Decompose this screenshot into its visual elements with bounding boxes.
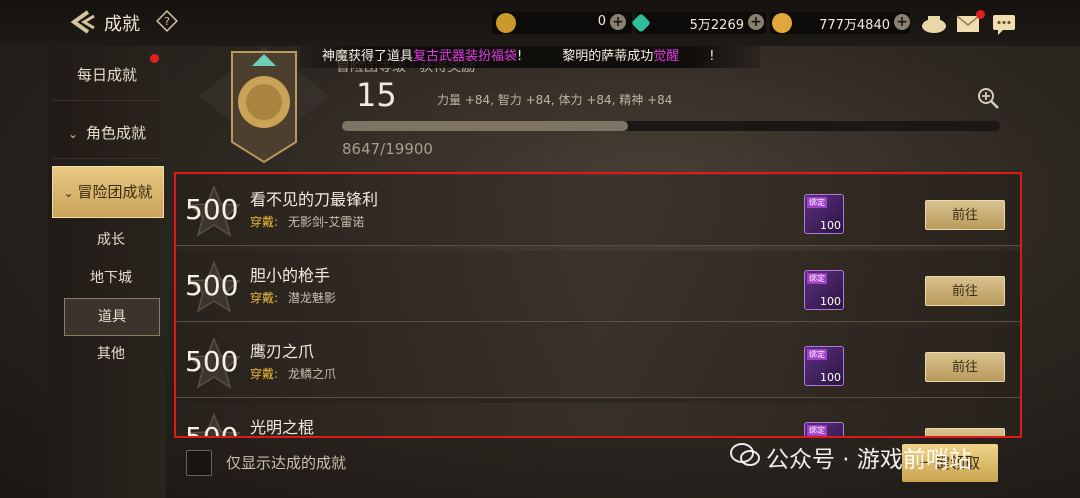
achievement-points: 500: [185, 269, 239, 302]
coin-value: 0: [597, 14, 606, 29]
chevron-down-icon: ⌄: [67, 127, 79, 141]
reward-item-icon[interactable]: 绑定 100: [804, 270, 844, 310]
sidebar-item-label: 冒险团成就: [77, 183, 153, 201]
achievement-points: 500: [185, 193, 239, 226]
sidebar-item-adventure[interactable]: ⌄ 冒险团成就: [52, 166, 164, 218]
back-arrow-icon[interactable]: [66, 8, 96, 36]
add-gem-button[interactable]: +: [748, 14, 764, 30]
achievement-row: 500 胆小的枪手穿戴: 潜龙魅影 绑定 100 前往: [176, 251, 1020, 322]
show-completed-label: 仅显示达成的成就: [226, 454, 347, 472]
gold-coin-icon: [772, 13, 792, 33]
subitem-other[interactable]: 其他: [64, 336, 158, 372]
add-coin-button[interactable]: +: [610, 14, 626, 30]
subitem-items[interactable]: 道具: [64, 298, 160, 336]
chevron-down-icon: ⌄: [63, 186, 74, 200]
xp-progress-text: 8647/19900: [342, 140, 433, 158]
go-button[interactable]: 前往: [925, 352, 1005, 382]
achievement-points: 500: [185, 345, 239, 378]
notice-item: 复古武器装扮福袋: [413, 49, 518, 64]
achievement-name: 看不见的刀最锋利: [250, 190, 379, 209]
reward-quantity: 100: [820, 371, 841, 384]
wear-value: 潜龙魅影: [288, 291, 337, 305]
reward-item-icon[interactable]: 绑定100: [804, 422, 844, 436]
svg-text:?: ?: [164, 15, 170, 28]
show-completed-checkbox[interactable]: [186, 450, 212, 476]
sidebar-item-label: 角色成就: [86, 124, 147, 142]
notice-text: 神魔获得了道具: [322, 49, 414, 64]
xp-progress-bar: [342, 121, 1000, 131]
reward-tag: 绑定: [807, 349, 827, 360]
gem-value: 5万2269: [689, 18, 744, 33]
chat-icon[interactable]: [992, 14, 1016, 36]
gold-value: 777万4840: [819, 18, 890, 33]
go-button[interactable]: 前往: [925, 276, 1005, 306]
notice-text: 黎明的萨蒂成功: [562, 49, 654, 64]
sidebar-item-label: 每日成就: [76, 66, 137, 84]
level-bonus-stats: 力量 +84, 智力 +84, 体力 +84, 精神 +84: [437, 93, 673, 107]
wear-label: 穿戴:: [250, 367, 279, 381]
achievement-name: 光明之棍: [250, 418, 315, 437]
notice-highlight: 觉醒: [653, 49, 680, 64]
achievement-row: 500 看不见的刀最锋利穿戴: 无影剑-艾雷诺 绑定 100 前往: [176, 175, 1020, 246]
subitem-dungeon[interactable]: 地下城: [64, 260, 158, 296]
go-button[interactable]: 前往: [925, 428, 1005, 436]
reward-item-icon[interactable]: 绑定 100: [804, 346, 844, 386]
wear-value: 无影剑-艾雷诺: [288, 215, 365, 229]
reward-tag: 绑定: [807, 273, 827, 284]
reward-tag: 绑定: [807, 197, 827, 208]
coin-c-icon: [496, 13, 516, 33]
daily-notification-dot: [150, 54, 159, 63]
pot-icon[interactable]: [920, 12, 948, 36]
achievement-name: 胆小的枪手: [250, 266, 331, 285]
watermark-text: 公众号 · 游戏前哨站: [766, 447, 972, 473]
reward-quantity: 100: [820, 295, 841, 308]
page-title: 成就: [104, 14, 140, 35]
wear-value: 龙鳞之爪: [288, 367, 337, 381]
notice-text: !: [517, 49, 523, 64]
xp-progress-fill: [342, 121, 628, 131]
adventure-level: 15: [356, 76, 397, 114]
reward-quantity: 100: [820, 219, 841, 232]
wechat-icon: [730, 443, 760, 466]
achievement-row: 500 光明之棍 绑定100 前往: [176, 403, 1020, 438]
go-button[interactable]: 前往: [925, 200, 1005, 230]
wear-label: 穿戴:: [250, 291, 279, 305]
achievement-list[interactable]: 500 看不见的刀最锋利 穿戴: 无影剑-艾雷诺 绑定 100 前往 500 胆小的枪手 穿戴: 潜…: [174, 172, 1022, 438]
sidebar-item-character[interactable]: ⌄ 角色成就: [52, 108, 162, 159]
help-icon[interactable]: ?: [156, 10, 178, 32]
reward-tag: 绑定: [807, 425, 827, 436]
achievement-name: 鹰刃之爪: [250, 342, 315, 361]
broadcast-notice: 神魔获得了道具复古武器装扮福袋! 黎明的萨蒂成功觉醒!: [300, 46, 760, 68]
subitem-growth[interactable]: 成长: [64, 222, 158, 258]
achievement-points: 500: [185, 421, 239, 438]
achievement-row: 500 鹰刃之爪穿戴: 龙鳞之爪 绑定 100 前往: [176, 327, 1020, 398]
notice-text: !: [709, 49, 715, 64]
mail-notification-dot: [976, 10, 985, 19]
zoom-in-icon[interactable]: [976, 86, 1000, 110]
add-gold-button[interactable]: +: [894, 14, 910, 30]
reward-item-icon[interactable]: 绑定 100: [804, 194, 844, 234]
sidebar-item-daily[interactable]: 每日成就: [52, 50, 162, 101]
wear-label: 穿戴:: [250, 215, 279, 229]
